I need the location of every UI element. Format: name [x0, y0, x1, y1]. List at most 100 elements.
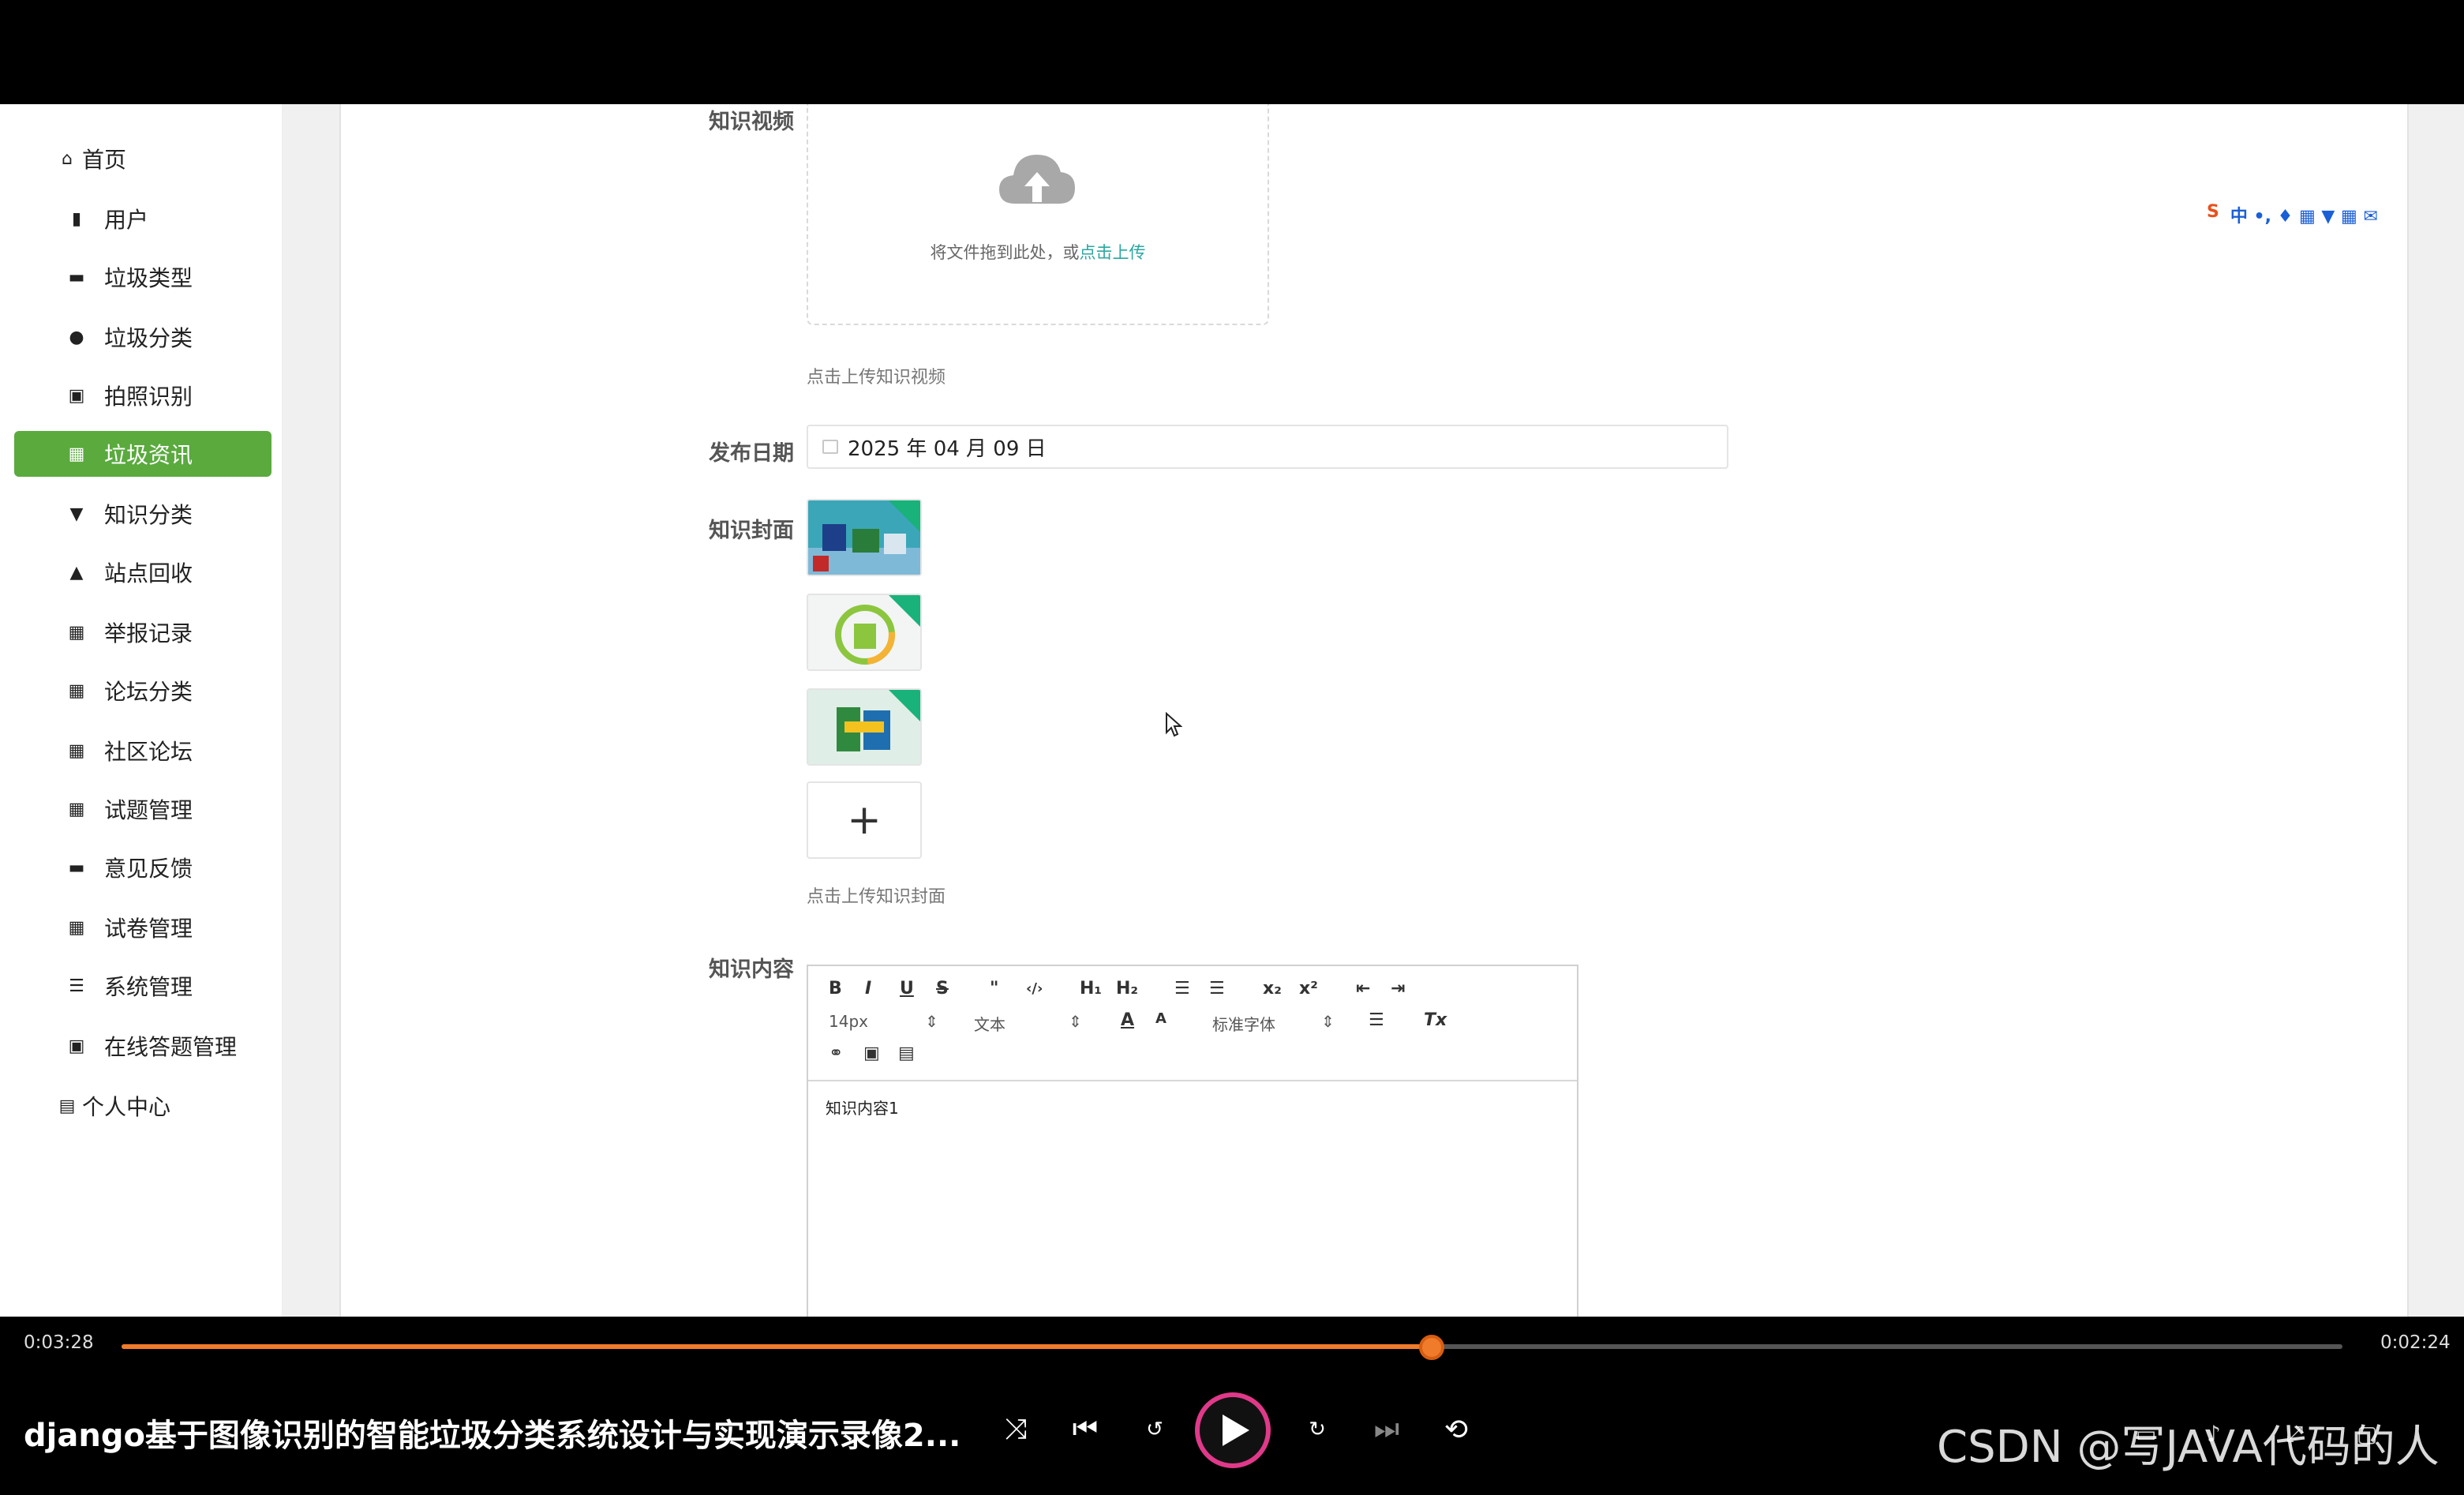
- indent-button[interactable]: ⇥: [1391, 979, 1405, 999]
- font-size-select[interactable]: 14px: [829, 1012, 868, 1031]
- grid-icon: ▦: [68, 799, 85, 819]
- cover-label: 知识封面: [709, 519, 794, 543]
- bold-button[interactable]: B: [829, 979, 842, 999]
- elapsed-time: 0:03:28: [24, 1332, 94, 1353]
- calendar-icon: [822, 440, 838, 454]
- sidebar-item-11[interactable]: ▦ 试题管理: [14, 786, 271, 832]
- sidebar-item-3[interactable]: ● 垃圾分类: [14, 314, 271, 360]
- sidebar-item-12[interactable]: ▬ 意见反馈: [14, 845, 271, 890]
- subscript-button[interactable]: x₂: [1263, 979, 1282, 999]
- admin-app: ⌂ 首页 ▮ 用户 ▬ 垃圾类型 ● 垃圾分类 ▣ 拍照识别 ▦ 垃圾资讯 ▼ 知识分类 ▲ 站点回收 ▦ 举报记…: [0, 104, 2464, 1317]
- sidebar-item-label: 个人中心: [82, 1094, 171, 1120]
- sidebar: ⌂ 首页 ▮ 用户 ▬ 垃圾类型 ● 垃圾分类 ▣ 拍照识别 ▦ 垃圾资讯 ▼ 知识分类 ▲ 站点回收 ▦ 举报记…: [0, 104, 283, 1317]
- blockquote-button[interactable]: ": [990, 979, 998, 999]
- sidebar-item-label: 系统管理: [104, 974, 193, 1000]
- add-cover-button[interactable]: +: [807, 781, 922, 859]
- seek-bar[interactable]: [122, 1335, 2342, 1360]
- h1-button[interactable]: H₁: [1080, 979, 1102, 999]
- code-block-button[interactable]: ‹/›: [1026, 980, 1043, 997]
- right-gutter: [2407, 104, 2464, 1317]
- italic-button[interactable]: I: [865, 979, 871, 999]
- sidebar-item-1[interactable]: ▮ 用户: [14, 196, 271, 242]
- strike-button[interactable]: S: [936, 979, 949, 999]
- video-button[interactable]: ▤: [898, 1044, 915, 1063]
- link-button[interactable]: ⚭: [829, 1044, 843, 1063]
- sidebar-item-7[interactable]: ▲ 站点回收: [14, 549, 271, 595]
- date-value: 2025 年 04 月 09 日: [848, 437, 1047, 461]
- video-hint: 点击上传知识视频: [807, 368, 946, 388]
- play-button[interactable]: [1195, 1392, 1271, 1468]
- editor-content[interactable]: 知识内容1: [826, 1096, 899, 1118]
- grid-dots-icon: ▦: [68, 622, 85, 643]
- sidebar-item-label: 知识分类: [104, 502, 193, 528]
- text-color-button[interactable]: A: [1121, 1010, 1134, 1030]
- sidebar-item-0[interactable]: ⌂ 首页: [14, 136, 271, 182]
- sidebar-item-label: 在线答题管理: [104, 1034, 238, 1060]
- cover-thumbnail-3[interactable]: [807, 688, 922, 766]
- sidebar-item-9[interactable]: ▦ 论坛分类: [14, 668, 271, 714]
- card-icon: ▤: [58, 1096, 76, 1116]
- video-title: django基于图像识别的智能垃圾分类系统设计与实现演示录像2...: [24, 1418, 961, 1454]
- next-icon[interactable]: ⏭: [1367, 1410, 1406, 1449]
- h2-button[interactable]: H₂: [1116, 979, 1138, 999]
- list-icon: ☰: [69, 976, 84, 996]
- mouse-cursor-icon: [1166, 712, 1182, 737]
- sidebar-item-10[interactable]: ▦ 社区论坛: [14, 728, 271, 774]
- forward-30-icon[interactable]: ↻: [1298, 1410, 1337, 1449]
- ordered-list-button[interactable]: ☰: [1174, 979, 1190, 999]
- clear-format-button[interactable]: Tx: [1424, 1010, 1447, 1030]
- cloud-upload-icon: [999, 155, 1075, 204]
- corner-badge: [889, 595, 920, 627]
- sidebar-item-label: 举报记录: [104, 620, 193, 646]
- bullet-list-button[interactable]: ☰: [1209, 979, 1225, 999]
- repeat-off-icon[interactable]: ⟲: [1436, 1410, 1476, 1449]
- sidebar-item-label: 意见反馈: [104, 856, 193, 882]
- ime-logo-icon: S: [2207, 202, 2219, 222]
- rewind-10-icon[interactable]: ↺: [1135, 1410, 1174, 1449]
- shuffle-icon[interactable]: ⤨: [996, 1410, 1035, 1449]
- csdn-watermark: CSDN @写JAVA代码的人: [1937, 1422, 2440, 1473]
- cover-thumbnail-1[interactable]: [807, 499, 922, 576]
- ime-toolbar[interactable]: S 中 •, ♦ ▦ ▼ ▦ ✉: [2207, 202, 2378, 227]
- background-color-button[interactable]: A: [1155, 1010, 1166, 1027]
- cover-thumbnail-2[interactable]: [807, 594, 922, 671]
- ime-status: 中 •, ♦ ▦ ▼ ▦ ✉: [2230, 207, 2378, 227]
- font-family-select[interactable]: 标准字体: [1212, 1012, 1275, 1035]
- seek-handle[interactable]: [1419, 1335, 1445, 1360]
- sidebar-item-label: 拍照识别: [104, 384, 193, 410]
- sidebar-item-label: 论坛分类: [104, 679, 193, 705]
- sidebar-item-label: 试卷管理: [104, 916, 193, 942]
- sidebar-item-8[interactable]: ▦ 举报记录: [14, 609, 271, 655]
- sidebar-item-13[interactable]: ▦ 试卷管理: [14, 905, 271, 950]
- top-black-bar: [0, 0, 2464, 104]
- grid-icon: ▦: [68, 740, 85, 761]
- rich-text-editor[interactable]: B I U S " ‹/› H₁ H₂ ☰ ☰ x₂ x² ⇤ ⇥ 14px ⇕…: [807, 965, 1578, 1317]
- sidebar-item-4[interactable]: ▣ 拍照识别: [14, 373, 271, 418]
- outdent-button[interactable]: ⇤: [1356, 979, 1370, 999]
- sidebar-item-label: 社区论坛: [104, 739, 193, 765]
- sidebar-item-5[interactable]: ▦ 垃圾资讯: [14, 431, 271, 477]
- sidebar-item-14[interactable]: ☰ 系统管理: [14, 963, 271, 1009]
- sidebar-item-2[interactable]: ▬ 垃圾类型: [14, 254, 271, 300]
- upload-instruction: 将文件拖到此处，或点击上传: [808, 240, 1268, 264]
- editor-toolbar: B I U S " ‹/› H₁ H₂ ☰ ☰ x₂ x² ⇤ ⇥ 14px ⇕…: [808, 966, 1577, 1081]
- upload-link[interactable]: 点击上传: [1080, 243, 1146, 262]
- image-button[interactable]: ▣: [863, 1044, 880, 1063]
- grid-icon: ▦: [68, 680, 85, 701]
- clipboard-icon: ▮: [71, 208, 82, 229]
- sidebar-item-15[interactable]: ▣ 在线答题管理: [14, 1023, 271, 1069]
- date-picker-input[interactable]: 2025 年 04 月 09 日: [807, 425, 1728, 469]
- grid-icon: ▦: [68, 444, 85, 464]
- sidebar-item-16[interactable]: ▤ 个人中心: [14, 1083, 271, 1129]
- cover-hint: 点击上传知识封面: [807, 887, 946, 907]
- underline-button[interactable]: U: [900, 979, 914, 999]
- align-button[interactable]: ☰: [1369, 1010, 1384, 1030]
- clipboard-x-icon: ▣: [68, 1036, 85, 1056]
- format-select[interactable]: 文本: [974, 1012, 1005, 1035]
- superscript-button[interactable]: x²: [1299, 979, 1318, 999]
- pin-icon: ▼: [69, 504, 84, 524]
- sidebar-item-6[interactable]: ▼ 知识分类: [14, 491, 271, 537]
- grid-icon: ▦: [68, 917, 85, 938]
- video-upload-dropzone[interactable]: 将文件拖到此处，或点击上传: [807, 104, 1269, 325]
- previous-icon[interactable]: ⏮: [1065, 1410, 1105, 1449]
